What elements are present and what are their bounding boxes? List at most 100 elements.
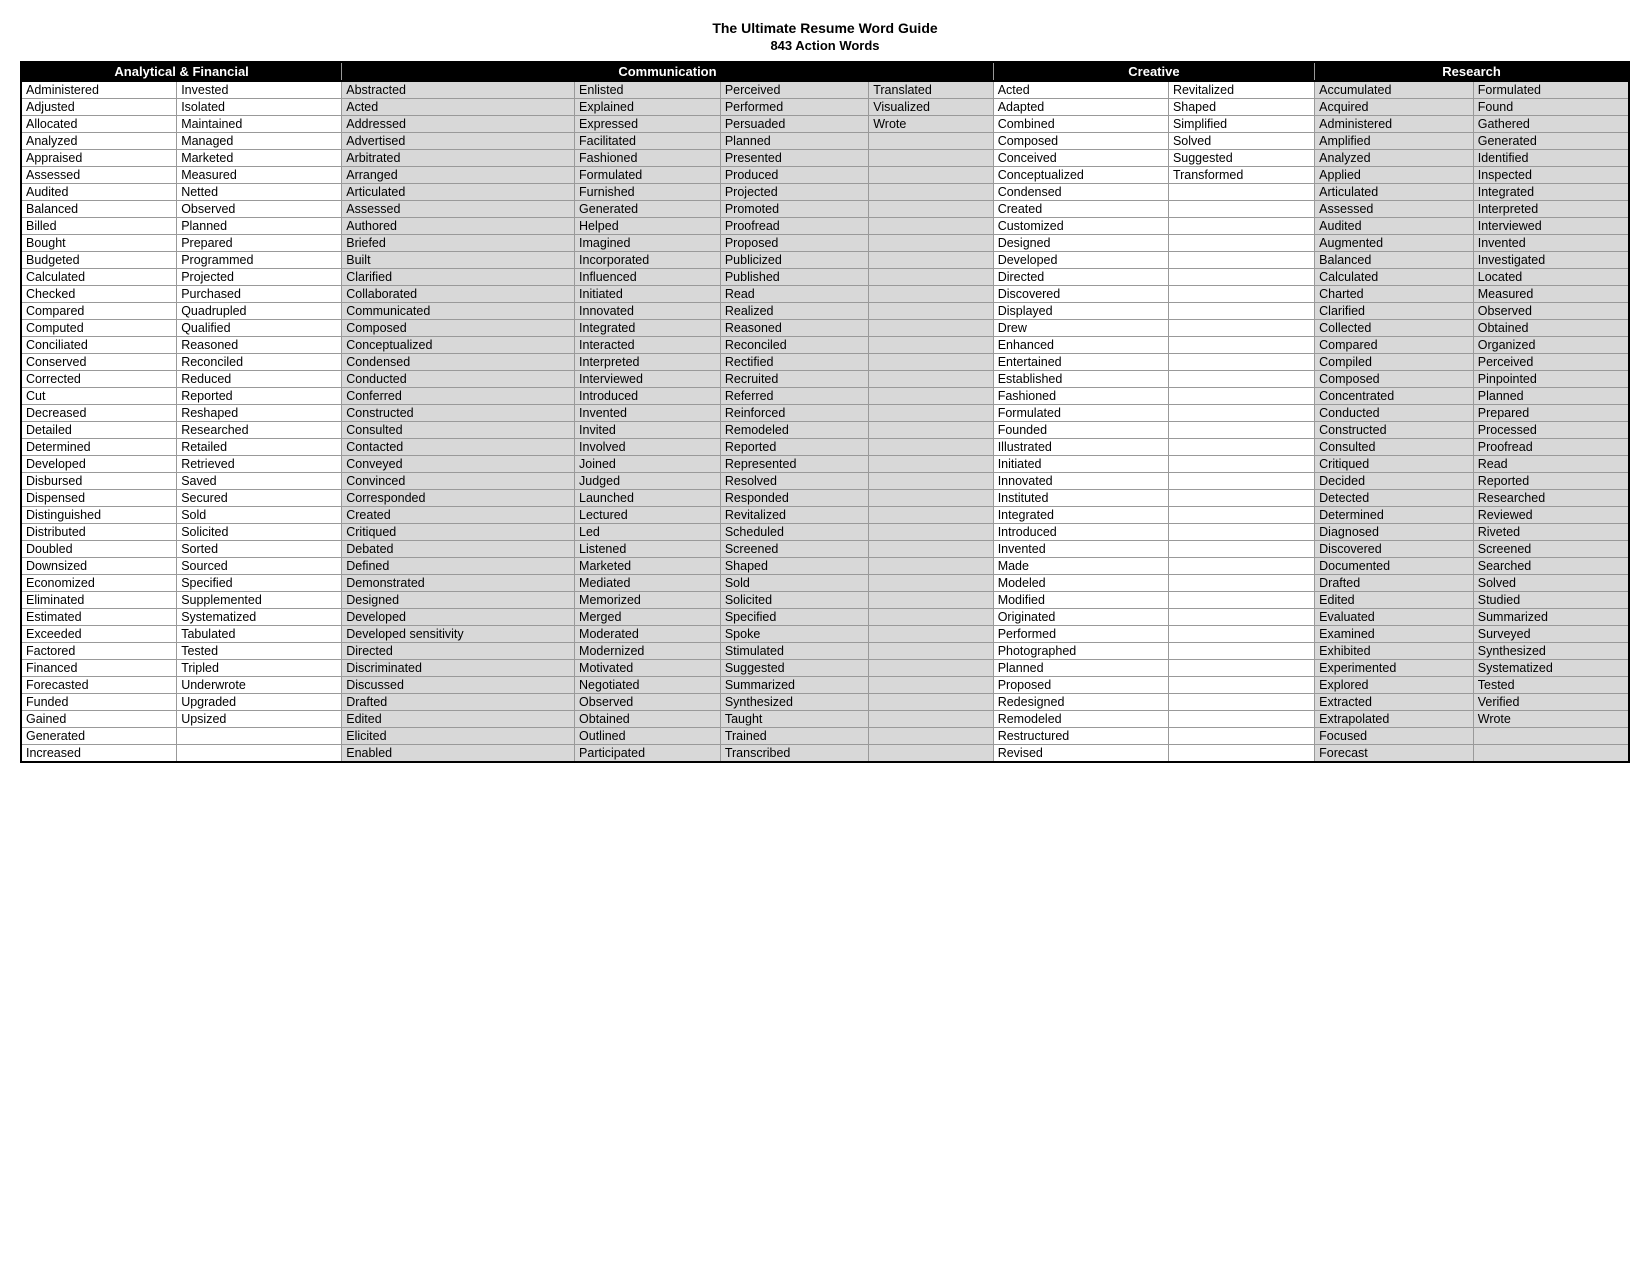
table-row: Projected	[720, 184, 868, 201]
table-row	[1168, 490, 1314, 507]
table-row	[869, 490, 993, 507]
table-row: Retrieved	[177, 456, 342, 473]
table-row	[1168, 728, 1314, 745]
table-row: Measured	[177, 167, 342, 184]
table-row: Innovated	[993, 473, 1168, 490]
table-row: Determined	[21, 439, 177, 456]
table-row: Defined	[342, 558, 575, 575]
table-row: Netted	[177, 184, 342, 201]
table-row: Funded	[21, 694, 177, 711]
table-row: Assessed	[1315, 201, 1474, 218]
table-row: Quadrupled	[177, 303, 342, 320]
table-row: Constructed	[1315, 422, 1474, 439]
table-row: Explained	[575, 99, 721, 116]
table-row: Tripled	[177, 660, 342, 677]
table-row	[869, 592, 993, 609]
table-row: Fashioned	[575, 150, 721, 167]
table-row: Disbursed	[21, 473, 177, 490]
table-row: Tested	[1473, 677, 1629, 694]
table-row: Audited	[1315, 218, 1474, 235]
table-row	[1168, 558, 1314, 575]
page-title: The Ultimate Resume Word Guide	[20, 20, 1630, 36]
table-row: Entertained	[993, 354, 1168, 371]
table-row: Researched	[177, 422, 342, 439]
table-row	[869, 252, 993, 269]
table-row: Directed	[993, 269, 1168, 286]
table-row: Suggested	[1168, 150, 1314, 167]
table-row: Spoke	[720, 626, 868, 643]
table-row: Invented	[575, 405, 721, 422]
table-row	[869, 677, 993, 694]
table-row: Simplified	[1168, 116, 1314, 133]
table-row: Examined	[1315, 626, 1474, 643]
table-row	[1168, 575, 1314, 592]
table-row: Reshaped	[177, 405, 342, 422]
table-row: Responded	[720, 490, 868, 507]
table-row: Suggested	[720, 660, 868, 677]
table-row: Consulted	[342, 422, 575, 439]
table-row	[1168, 592, 1314, 609]
table-row: Clarified	[342, 269, 575, 286]
analytical-header: Analytical & Financial	[21, 62, 342, 81]
table-row: Critiqued	[1315, 456, 1474, 473]
table-row: Combined	[993, 116, 1168, 133]
table-row: Synthesized	[1473, 643, 1629, 660]
table-row: Publicized	[720, 252, 868, 269]
table-row: Created	[342, 507, 575, 524]
table-row: Constructed	[342, 405, 575, 422]
table-row: Presented	[720, 150, 868, 167]
table-row: Built	[342, 252, 575, 269]
table-row: Contacted	[342, 439, 575, 456]
table-row: Planned	[177, 218, 342, 235]
table-row: Prepared	[177, 235, 342, 252]
table-row: Introduced	[993, 524, 1168, 541]
table-row: Decreased	[21, 405, 177, 422]
table-row: Forecasted	[21, 677, 177, 694]
table-row: Proofread	[720, 218, 868, 235]
table-row: Bought	[21, 235, 177, 252]
table-row: Reconciled	[720, 337, 868, 354]
table-row: Solicited	[177, 524, 342, 541]
table-row	[869, 354, 993, 371]
table-row: Judged	[575, 473, 721, 490]
table-row: Realized	[720, 303, 868, 320]
table-row: Modeled	[993, 575, 1168, 592]
table-row: Conducted	[1315, 405, 1474, 422]
table-row: Corresponded	[342, 490, 575, 507]
table-row: Discovered	[1315, 541, 1474, 558]
table-row: Read	[720, 286, 868, 303]
table-row: Enabled	[342, 745, 575, 763]
table-row: Designed	[993, 235, 1168, 252]
table-row: Addressed	[342, 116, 575, 133]
table-row: Shaped	[720, 558, 868, 575]
table-row	[1168, 320, 1314, 337]
table-row: Augmented	[1315, 235, 1474, 252]
table-row: Fashioned	[993, 388, 1168, 405]
table-row: Articulated	[1315, 184, 1474, 201]
table-row: Conveyed	[342, 456, 575, 473]
table-row: Distinguished	[21, 507, 177, 524]
table-row: Saved	[177, 473, 342, 490]
table-row: Budgeted	[21, 252, 177, 269]
table-row: Upsized	[177, 711, 342, 728]
table-row: Reported	[720, 439, 868, 456]
table-row: Proposed	[720, 235, 868, 252]
table-row	[177, 728, 342, 745]
table-row: Downsized	[21, 558, 177, 575]
table-row: Sold	[720, 575, 868, 592]
table-row: Analyzed	[1315, 150, 1474, 167]
table-row	[1168, 422, 1314, 439]
table-row: Obtained	[575, 711, 721, 728]
table-row	[1168, 677, 1314, 694]
table-row: Conferred	[342, 388, 575, 405]
table-row: Collaborated	[342, 286, 575, 303]
table-row: Doubled	[21, 541, 177, 558]
table-row: Supplemented	[177, 592, 342, 609]
table-row: Abstracted	[342, 81, 575, 99]
table-row: Conceptualized	[993, 167, 1168, 184]
table-row	[869, 133, 993, 150]
table-row: Drafted	[342, 694, 575, 711]
table-row: Perceived	[720, 81, 868, 99]
table-row	[869, 150, 993, 167]
table-row: Recruited	[720, 371, 868, 388]
